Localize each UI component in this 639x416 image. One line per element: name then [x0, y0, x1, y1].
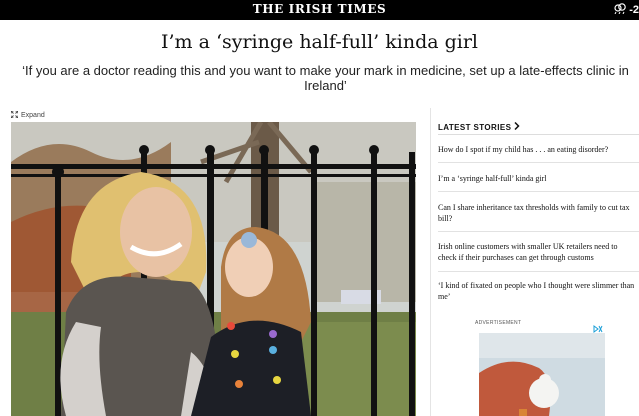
latest-stories-heading[interactable]: LATEST STORIES: [438, 121, 520, 132]
story-link[interactable]: Can I share inheritance tax thresholds w…: [438, 202, 639, 224]
article-standfirst: ‘If you are a doctor reading this and yo…: [22, 63, 629, 93]
weather-widget[interactable]: -2: [613, 2, 639, 17]
article-lead-photo[interactable]: [11, 122, 416, 416]
story-line: ‘I kind of fixated on people who I thoug…: [438, 281, 635, 290]
story-line: Can I share inheritance tax thresholds w…: [438, 203, 630, 212]
latest-stories-title: LATEST STORIES: [438, 122, 512, 132]
weather-temperature: -2: [629, 3, 639, 16]
story-divider: [438, 231, 639, 232]
story-link[interactable]: Irish online customers with smaller UK r…: [438, 241, 639, 263]
heading-rule: [438, 134, 639, 135]
story-line: bill?: [438, 214, 453, 223]
story-divider: [438, 191, 639, 192]
expand-label: Expand: [21, 112, 45, 119]
story-divider: [438, 271, 639, 272]
story-line: me’: [438, 292, 451, 301]
story-link[interactable]: I’m a ‘syringe half-full’ kinda girl: [438, 173, 639, 184]
site-masthead[interactable]: THE IRISH TIMES: [0, 2, 639, 16]
story-line: Irish online customers with smaller UK r…: [438, 242, 618, 251]
story-line: I’m a ‘syringe half-full’ kinda girl: [438, 174, 547, 183]
advertisement-label: ADVERTISEMENT: [475, 320, 522, 326]
expand-image-button[interactable]: Expand: [10, 110, 45, 120]
weather-cloud-icon: [613, 2, 627, 17]
article-headline: I’m a ‘syringe half-full’ kinda girl: [160, 31, 478, 53]
story-link[interactable]: How do I spot if my child has . . . an e…: [438, 144, 639, 155]
advertisement-image[interactable]: [479, 333, 605, 416]
story-line: How do I spot if my child has . . . an e…: [438, 145, 609, 154]
story-divider: [438, 162, 639, 163]
column-divider: [430, 108, 431, 416]
story-link[interactable]: ‘I kind of fixated on people who I thoug…: [438, 280, 639, 302]
expand-arrows-icon: [10, 110, 19, 120]
story-line: check if their purchases can get through…: [438, 253, 594, 262]
chevron-right-icon: [514, 121, 520, 132]
top-bar: THE IRISH TIMES -2: [0, 0, 639, 20]
